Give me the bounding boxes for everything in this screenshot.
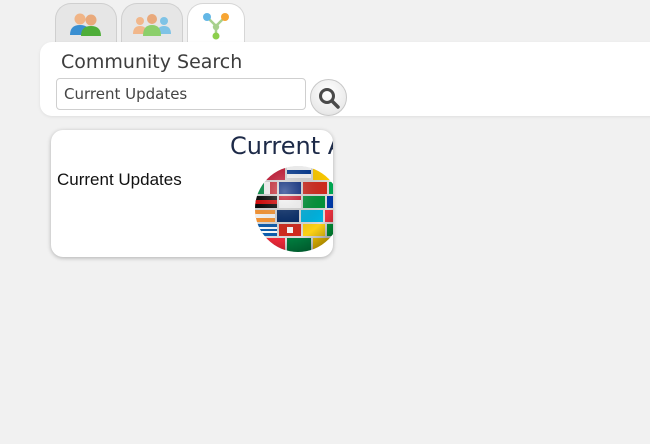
- community-card[interactable]: Current Affairs Current Updates: [51, 130, 333, 257]
- users-icon: [70, 13, 101, 36]
- search-panel: Community Search: [40, 42, 650, 116]
- search-input[interactable]: [56, 78, 306, 110]
- search-button[interactable]: [310, 79, 347, 116]
- network-icon: [203, 12, 229, 39]
- tab-groups[interactable]: [121, 3, 183, 45]
- tab-network[interactable]: [187, 3, 245, 45]
- card-banner-text: Current Affairs: [230, 132, 333, 160]
- tab-bar: [55, 3, 245, 45]
- tab-people[interactable]: [55, 3, 117, 45]
- card-label: Current Updates: [57, 170, 182, 189]
- search-icon: [318, 87, 340, 109]
- flag-globe-icon: [255, 166, 333, 252]
- search-title: Community Search: [61, 51, 243, 73]
- community-icon: [133, 13, 171, 36]
